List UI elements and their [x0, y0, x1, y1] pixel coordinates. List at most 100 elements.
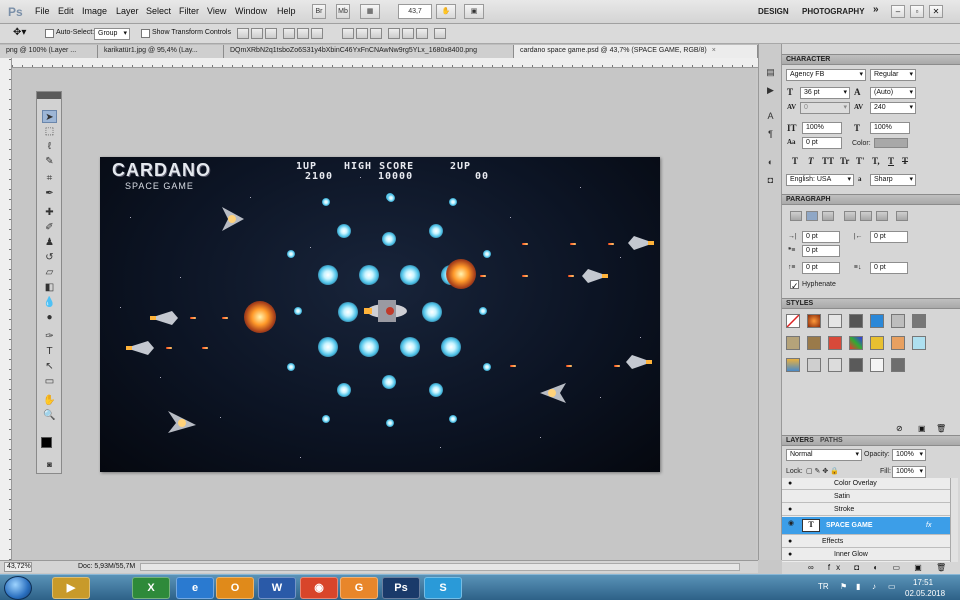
type-tool-icon[interactable]: T: [42, 345, 57, 358]
close-tab-icon[interactable]: ×: [712, 47, 716, 54]
visibility-eye-icon[interactable]: ●: [788, 551, 792, 558]
crop-tool-icon[interactable]: ⌗: [42, 172, 57, 185]
media-player-app[interactable]: ▶: [52, 577, 90, 599]
align-top-icon[interactable]: [237, 28, 249, 39]
view-extras-icon[interactable]: ▦: [360, 4, 380, 19]
justify-right-button[interactable]: [876, 211, 888, 221]
style-swatch[interactable]: [786, 358, 800, 372]
blend-mode-dropdown[interactable]: Normal: [786, 449, 862, 461]
pen-tool-icon[interactable]: ✑: [42, 330, 57, 343]
horizontal-ruler[interactable]: [12, 58, 758, 68]
layer-name[interactable]: SPACE GAME: [826, 522, 873, 529]
lasso-tool-icon[interactable]: ℓ: [42, 140, 57, 153]
internet-explorer-app[interactable]: e: [176, 577, 214, 599]
style-swatch[interactable]: [870, 358, 884, 372]
align-hcenter-icon[interactable]: [297, 28, 309, 39]
quick-select-tool-icon[interactable]: ✎: [42, 155, 57, 168]
indent-right-field[interactable]: 0 pt: [870, 231, 908, 243]
move-tool-preset-icon[interactable]: ✥▾: [13, 27, 26, 38]
word-app[interactable]: W: [258, 577, 296, 599]
photoshop-taskbar-app[interactable]: Ps: [382, 577, 420, 599]
blur-tool-icon[interactable]: 💧: [42, 296, 57, 309]
small-caps-button[interactable]: Tr: [840, 156, 849, 166]
menu-select[interactable]: Select: [146, 6, 171, 16]
clone-stamp-tool-icon[interactable]: ♟: [42, 236, 57, 249]
faux-italic-button[interactable]: T: [808, 156, 814, 166]
underline-button[interactable]: T: [888, 156, 894, 166]
style-swatch[interactable]: [828, 314, 842, 328]
language-dropdown[interactable]: English: USA: [786, 174, 854, 186]
style-none[interactable]: [786, 314, 800, 328]
tab-document-active[interactable]: cardano space game.psd @ 43,7% (SPACE GA…: [514, 45, 758, 58]
layers-panel-header[interactable]: LAYERS PATHS: [782, 435, 960, 446]
excel-app[interactable]: X: [132, 577, 170, 599]
kerning-field[interactable]: 0: [800, 102, 850, 114]
tools-panel-grip[interactable]: [37, 92, 61, 99]
horizontal-scrollbar[interactable]: [140, 563, 740, 571]
visibility-eye-icon[interactable]: ●: [788, 506, 792, 513]
layer-effect-row[interactable]: ● Stroke: [782, 504, 950, 516]
tab-document-2[interactable]: karikatür1.jpg @ 95,4% (Lay...: [98, 45, 224, 58]
hand-zoom-icon[interactable]: ✋: [436, 4, 456, 19]
align-bottom-icon[interactable]: [265, 28, 277, 39]
faux-bold-button[interactable]: T: [792, 156, 798, 166]
visibility-eye-icon[interactable]: ◉: [788, 519, 794, 527]
menu-file[interactable]: File: [35, 6, 50, 16]
healing-brush-tool-icon[interactable]: ✚: [42, 206, 57, 219]
menu-layer[interactable]: Layer: [116, 6, 139, 16]
layer-effect-row[interactable]: ● Color Overlay: [782, 478, 950, 490]
space-before-field[interactable]: 0 pt: [802, 262, 840, 274]
lock-icons[interactable]: ▢ ✎ ✥ 🔒: [806, 467, 839, 475]
style-swatch[interactable]: [912, 336, 926, 350]
vertical-scale-field[interactable]: 100%: [802, 122, 842, 134]
paths-tab[interactable]: PATHS: [820, 437, 843, 444]
style-swatch[interactable]: [828, 336, 842, 350]
justify-center-button[interactable]: [860, 211, 872, 221]
indent-left-field[interactable]: 0 pt: [802, 231, 840, 243]
style-swatch[interactable]: [849, 336, 863, 350]
menu-window[interactable]: Window: [235, 6, 267, 16]
hyphenate-checkbox[interactable]: ✓: [790, 280, 799, 291]
layer-effect-row[interactable]: Satin: [782, 491, 950, 503]
font-size-field[interactable]: 36 pt: [800, 87, 850, 99]
layers-scrollbar[interactable]: [950, 478, 958, 562]
menu-image[interactable]: Image: [82, 6, 107, 16]
paragraph-panel-icon[interactable]: ¶: [764, 128, 777, 140]
workspace-photography[interactable]: PHOTOGRAPHY: [802, 7, 865, 16]
adjustments-panel-icon[interactable]: ◐: [764, 156, 777, 168]
auto-align-icon[interactable]: [434, 28, 446, 39]
history-panel-icon[interactable]: ▤: [764, 66, 777, 78]
strikethrough-button[interactable]: T: [902, 156, 908, 166]
align-vcenter-icon[interactable]: [251, 28, 263, 39]
visibility-eye-icon[interactable]: ●: [788, 538, 792, 545]
language-indicator[interactable]: TR: [818, 582, 829, 591]
tray-battery-icon[interactable]: ▭: [888, 582, 896, 591]
align-center-text-button[interactable]: [806, 211, 818, 221]
indent-first-field[interactable]: 0 pt: [802, 245, 840, 257]
layers-footer-icons[interactable]: ∞ fx ◘ ◐ ▭ ▣ 🗑: [808, 563, 952, 572]
bridge-button[interactable]: Br: [312, 4, 326, 19]
paragraph-panel-header[interactable]: PARAGRAPH: [782, 194, 960, 205]
font-family-dropdown[interactable]: Agency FB: [786, 69, 866, 81]
align-right-icon[interactable]: [311, 28, 323, 39]
gradient-tool-icon[interactable]: ◧: [42, 281, 57, 294]
hand-tool-icon[interactable]: ✋: [42, 394, 57, 407]
minimize-button[interactable]: –: [891, 5, 905, 18]
tracking-field[interactable]: 240: [870, 102, 916, 114]
distribute-right-icon[interactable]: [416, 28, 428, 39]
tab-document-1[interactable]: png @ 100% (Layer ...: [0, 45, 98, 58]
foreground-color-swatch[interactable]: [41, 437, 52, 448]
actions-panel-icon[interactable]: ▶: [764, 84, 777, 96]
style-swatch[interactable]: [870, 314, 884, 328]
marquee-tool-icon[interactable]: ⬚: [42, 125, 57, 138]
all-caps-button[interactable]: TT: [822, 156, 834, 166]
justify-left-button[interactable]: [844, 211, 856, 221]
clock-time[interactable]: 17:51: [913, 578, 933, 587]
menu-filter[interactable]: Filter: [179, 6, 199, 16]
subscript-button[interactable]: T,: [872, 156, 880, 166]
space-after-field[interactable]: 0 pt: [870, 262, 908, 274]
masks-panel-icon[interactable]: ◘: [764, 174, 777, 186]
style-swatch[interactable]: [870, 336, 884, 350]
justify-all-button[interactable]: [896, 211, 908, 221]
style-swatch[interactable]: [912, 314, 926, 328]
